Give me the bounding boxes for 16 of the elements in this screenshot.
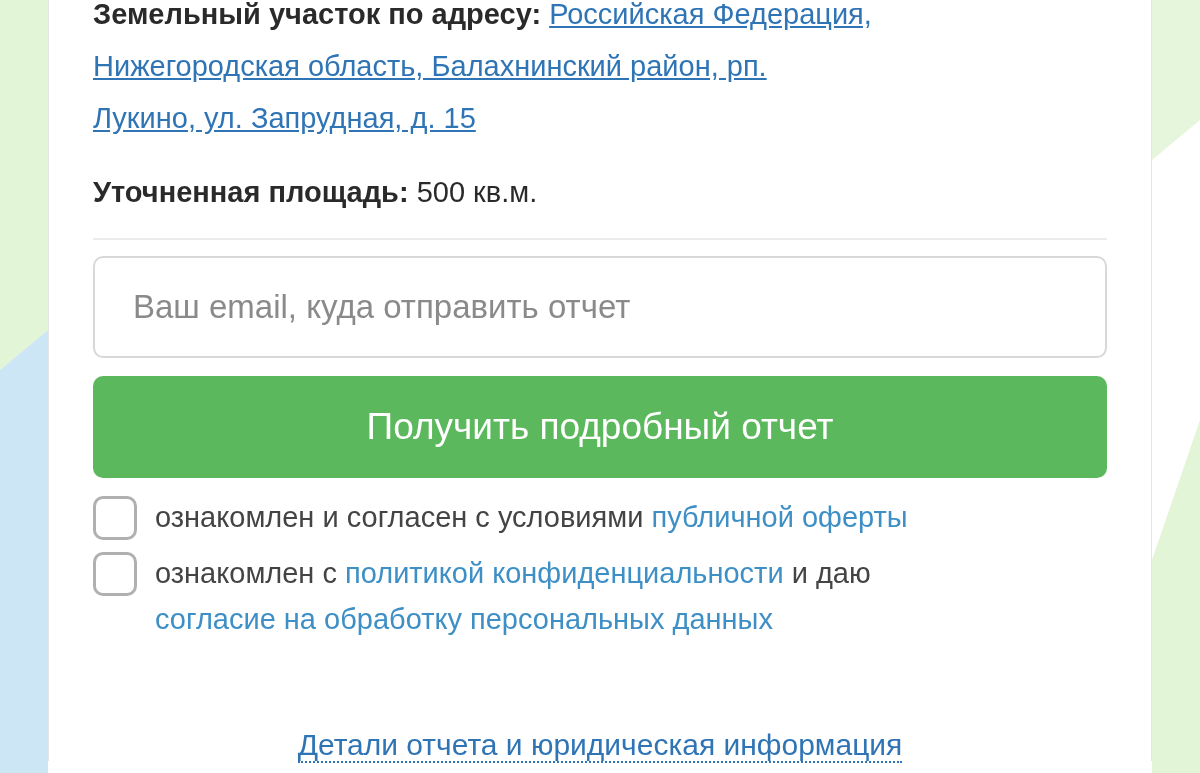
details-link[interactable]: Детали отчета и юридическая информация: [297, 728, 903, 763]
address-label: Земельный участок по адресу:: [93, 0, 542, 30]
email-field[interactable]: Ваш email, куда отправить отчет: [93, 256, 1107, 358]
area-text: Уточненная площадь: 500 кв.м.: [93, 175, 539, 210]
agreement-text: ознакомлен с: [155, 557, 337, 589]
agreement-text: ознакомлен и согласен с условиями: [155, 501, 644, 533]
submit-button[interactable]: Получить подробный отчет: [93, 376, 1107, 478]
agreement-link[interactable]: политикой конфиденциальности: [345, 557, 784, 589]
address-link[interactable]: Российская Федерация,: [549, 0, 872, 30]
checkbox[interactable]: [93, 552, 137, 596]
checkbox[interactable]: [93, 496, 137, 540]
agreement-link[interactable]: согласие на обработку персональных данных: [155, 603, 773, 635]
address-link[interactable]: Лукино, ул. Запрудная, д. 15: [93, 102, 476, 134]
agreement-text: и даю: [791, 557, 871, 589]
address-link[interactable]: Нижегородская область, Балахнинский район, рп.: [93, 50, 767, 82]
agreement-link[interactable]: публичной оферты: [651, 501, 908, 533]
